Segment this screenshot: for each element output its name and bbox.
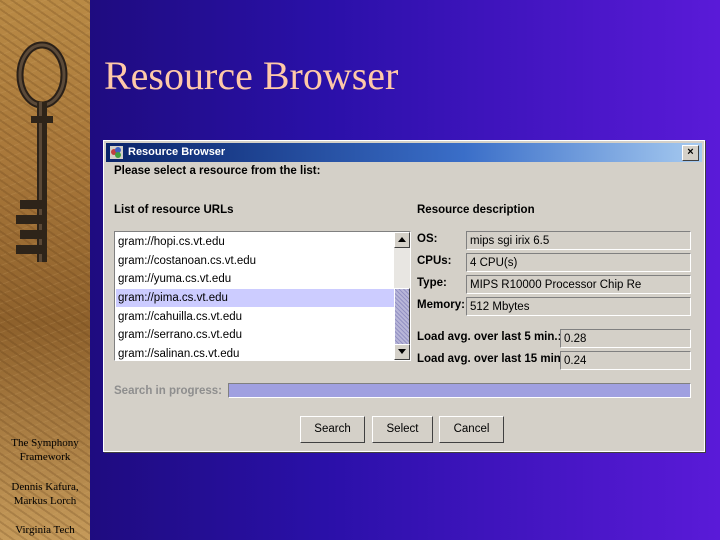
progress-label: Search in progress: [114, 385, 223, 397]
description-label: Resource description [417, 204, 535, 216]
cpus-field: 4 CPU(s) [466, 253, 691, 272]
cpus-label: CPUs: [417, 255, 452, 267]
select-button[interactable]: Select [372, 416, 433, 443]
sidebar-course-text: The Symphony Framework [11, 437, 79, 463]
prompt-label: Please select a resource from the list: [114, 165, 321, 177]
list-item[interactable]: gram://costanoan.cs.vt.edu [116, 252, 394, 270]
cancel-button[interactable]: Cancel [439, 416, 504, 443]
scroll-thumb[interactable] [394, 288, 410, 346]
arrow-up-icon [398, 237, 406, 242]
resource-list[interactable]: gram://hopi.cs.vt.edu gram://costanoan.c… [114, 231, 411, 361]
os-label: OS: [417, 233, 438, 245]
key-image [16, 41, 68, 262]
memory-field: 512 Mbytes [466, 297, 691, 316]
memory-label: Memory: [417, 299, 465, 311]
load5-field: 0.28 [560, 329, 691, 348]
resource-browser-window: Resource Browser × Please select a resou… [103, 140, 705, 452]
app-icon [110, 146, 123, 159]
list-label: List of resource URLs [114, 204, 234, 216]
list-scrollbar[interactable] [394, 232, 410, 360]
load15-field: 0.24 [560, 351, 691, 370]
window-titlebar[interactable]: Resource Browser × [106, 143, 702, 162]
list-item-selected[interactable]: gram://pima.cs.vt.edu [116, 289, 394, 307]
sidebar-panel: The Symphony Framework Dennis Kafura, Ma… [0, 0, 90, 540]
type-label: Type: [417, 277, 447, 289]
list-item[interactable]: gram://hopi.cs.vt.edu [116, 233, 394, 251]
search-button[interactable]: Search [300, 416, 365, 443]
load5-label: Load avg. over last 5 min.: [417, 331, 562, 343]
list-item[interactable]: gram://serrano.cs.vt.edu [116, 326, 394, 344]
search-progress-bar [228, 383, 691, 398]
window-title: Resource Browser [128, 146, 226, 158]
close-button[interactable]: × [682, 145, 699, 161]
type-field: MIPS R10000 Processor Chip Re [466, 275, 691, 294]
arrow-down-icon [398, 349, 406, 354]
scroll-down-button[interactable] [394, 344, 410, 360]
load15-label: Load avg. over last 15 min.: [417, 353, 568, 365]
os-field: mips sgi irix 6.5 [466, 231, 691, 250]
list-item[interactable]: gram://salinan.cs.vt.edu [116, 345, 394, 360]
list-item[interactable]: gram://cahuilla.cs.vt.edu [116, 308, 394, 326]
list-item[interactable]: gram://yuma.cs.vt.edu [116, 270, 394, 288]
sidebar-institution-text: Virginia Tech [15, 524, 75, 536]
slide-title: Resource Browser [104, 53, 399, 98]
scroll-up-button[interactable] [394, 232, 410, 248]
sidebar-authors-text: Dennis Kafura, Markus Lorch [11, 481, 79, 507]
close-icon: × [687, 146, 694, 158]
